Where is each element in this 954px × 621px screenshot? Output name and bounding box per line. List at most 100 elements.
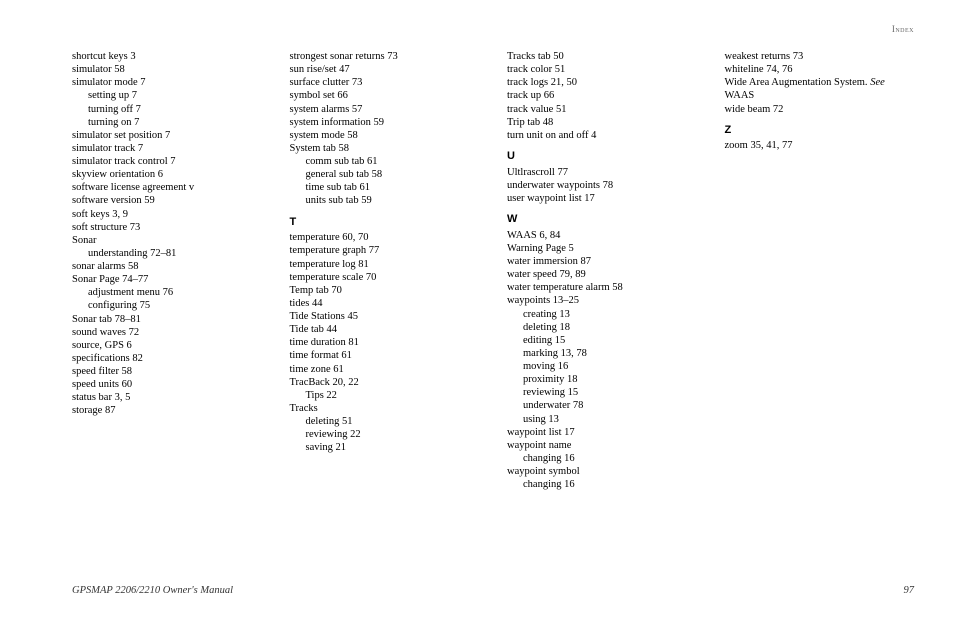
index-entry: Tracks tab 50: [507, 50, 697, 63]
index-entry: Temp tab 70: [290, 284, 480, 297]
index-entry: underwater 78: [507, 399, 697, 412]
index-entry: WAAS 6, 84: [507, 229, 697, 242]
index-entry: Sonar Page 74–77: [72, 273, 262, 286]
index-letter: U: [507, 150, 697, 164]
index-entry: status bar 3, 5: [72, 391, 262, 404]
index-entry: system information 59: [290, 116, 480, 129]
index-entry: shortcut keys 3: [72, 50, 262, 63]
index-entry: setting up 7: [72, 89, 262, 102]
index-entry: user waypoint list 17: [507, 192, 697, 205]
index-entry: speed filter 58: [72, 365, 262, 378]
index-entry: turning off 7: [72, 103, 262, 116]
index-entry: Sonar: [72, 234, 262, 247]
index-entry: time zone 61: [290, 363, 480, 376]
index-entry: time format 61: [290, 349, 480, 362]
index-entry: sound waves 72: [72, 326, 262, 339]
index-entry: Tracks: [290, 402, 480, 415]
index-entry: skyview orientation 6: [72, 168, 262, 181]
index-entry: using 13: [507, 413, 697, 426]
index-entry: TracBack 20, 22: [290, 376, 480, 389]
index-entry: strongest sonar returns 73: [290, 50, 480, 63]
index-entry: speed units 60: [72, 378, 262, 391]
index-entry: Warning Page 5: [507, 242, 697, 255]
index-entry: waypoint symbol: [507, 465, 697, 478]
index-entry: simulator track control 7: [72, 155, 262, 168]
index-entry: weakest returns 73: [725, 50, 915, 63]
index-entry: surface clutter 73: [290, 76, 480, 89]
index-entry: storage 87: [72, 404, 262, 417]
index-entry: saving 21: [290, 441, 480, 454]
index-entry: simulator set position 7: [72, 129, 262, 142]
index-entry: changing 16: [507, 452, 697, 465]
index-entry: editing 15: [507, 334, 697, 347]
index-entry: underwater waypoints 78: [507, 179, 697, 192]
index-entry: configuring 75: [72, 299, 262, 312]
index-entry: reviewing 15: [507, 386, 697, 399]
index-entry: Tide Stations 45: [290, 310, 480, 323]
index-entry: symbol set 66: [290, 89, 480, 102]
index-entry: source, GPS 6: [72, 339, 262, 352]
index-entry: simulator 58: [72, 63, 262, 76]
index-entry: units sub tab 59: [290, 194, 480, 207]
index-entry: whiteline 74, 76: [725, 63, 915, 76]
index-entry: sun rise/set 47: [290, 63, 480, 76]
index-entry: software license agreement v: [72, 181, 262, 194]
index-entry: proximity 18: [507, 373, 697, 386]
index-letter: Z: [725, 124, 915, 138]
index-entry: Tips 22: [290, 389, 480, 402]
index-entry: water immersion 87: [507, 255, 697, 268]
index-entry: time sub tab 61: [290, 181, 480, 194]
index-entry: wide beam 72: [725, 103, 915, 116]
index-entry: Sonar tab 78–81: [72, 313, 262, 326]
index-entry: waypoint name: [507, 439, 697, 452]
index-entry: water speed 79, 89: [507, 268, 697, 281]
index-entry: marking 13, 78: [507, 347, 697, 360]
index-entry: System tab 58: [290, 142, 480, 155]
index-entry: creating 13: [507, 308, 697, 321]
index-entry: Ultlrascroll 77: [507, 166, 697, 179]
index-entry: track color 51: [507, 63, 697, 76]
index-entry: zoom 35, 41, 77: [725, 139, 915, 152]
index-entry: track value 51: [507, 103, 697, 116]
index-entry: system alarms 57: [290, 103, 480, 116]
index-entry: sonar alarms 58: [72, 260, 262, 273]
index-letter: T: [290, 216, 480, 230]
index-entry: waypoints 13–25: [507, 294, 697, 307]
index-entry: Wide Area Augmentation System. See WAAS: [725, 76, 915, 102]
header-section-label: Index: [892, 24, 914, 35]
index-entry: deleting 18: [507, 321, 697, 334]
index-entry: reviewing 22: [290, 428, 480, 441]
index-entry: temperature log 81: [290, 258, 480, 271]
footer-manual-title: GPSMAP 2206/2210 Owner's Manual: [72, 584, 233, 597]
index-entry: turning on 7: [72, 116, 262, 129]
index-entry: track logs 21, 50: [507, 76, 697, 89]
index-entry: turn unit on and off 4: [507, 129, 697, 142]
index-entry: simulator track 7: [72, 142, 262, 155]
index-entry: time duration 81: [290, 336, 480, 349]
index-entry: changing 16: [507, 478, 697, 491]
index-letter: W: [507, 213, 697, 227]
index-entry: software version 59: [72, 194, 262, 207]
index-entry: general sub tab 58: [290, 168, 480, 181]
index-entry: temperature scale 70: [290, 271, 480, 284]
index-entry: system mode 58: [290, 129, 480, 142]
index-entry: track up 66: [507, 89, 697, 102]
index-entry: deleting 51: [290, 415, 480, 428]
index-columns: shortcut keys 3simulator 58simulator mod…: [72, 50, 914, 550]
index-entry: moving 16: [507, 360, 697, 373]
index-entry: Trip tab 48: [507, 116, 697, 129]
index-entry: soft keys 3, 9: [72, 208, 262, 221]
index-entry: simulator mode 7: [72, 76, 262, 89]
index-entry: waypoint list 17: [507, 426, 697, 439]
index-entry: comm sub tab 61: [290, 155, 480, 168]
index-entry: Tide tab 44: [290, 323, 480, 336]
index-entry: understanding 72–81: [72, 247, 262, 260]
index-entry: soft structure 73: [72, 221, 262, 234]
index-entry: temperature graph 77: [290, 244, 480, 257]
index-entry: adjustment menu 76: [72, 286, 262, 299]
index-entry: temperature 60, 70: [290, 231, 480, 244]
index-entry: specifications 82: [72, 352, 262, 365]
index-entry: tides 44: [290, 297, 480, 310]
footer-page-number: 97: [904, 584, 915, 597]
index-entry: water temperature alarm 58: [507, 281, 697, 294]
